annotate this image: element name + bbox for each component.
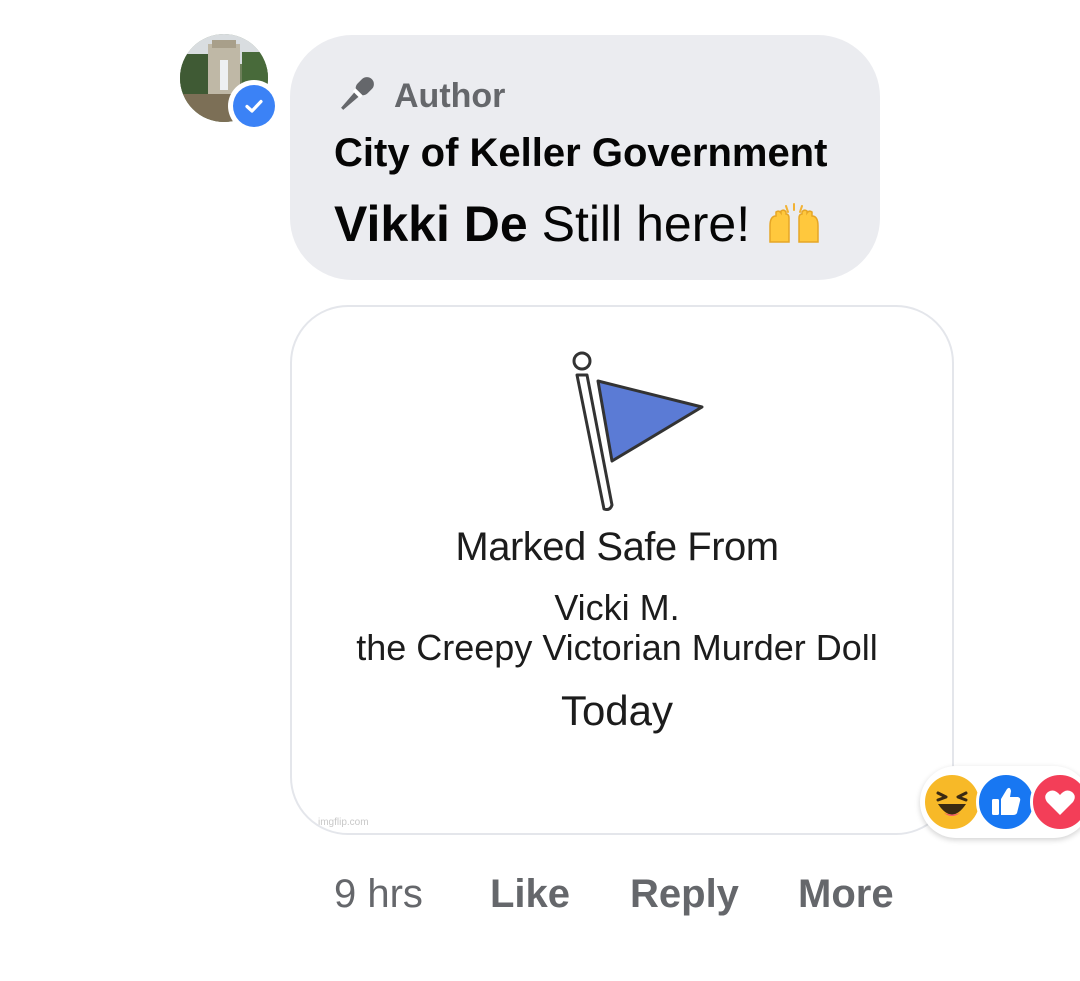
microphone-icon bbox=[334, 71, 380, 122]
commenter-name[interactable]: City of Keller Government bbox=[334, 131, 827, 176]
more-button[interactable]: More bbox=[798, 872, 894, 917]
marked-safe-date: Today bbox=[560, 687, 674, 734]
reaction-summary[interactable] bbox=[920, 766, 1080, 838]
comment-text: Vikki De Still here! bbox=[334, 195, 824, 253]
author-badge: Author bbox=[334, 71, 505, 122]
haha-reaction-icon bbox=[922, 772, 982, 832]
comment-timestamp[interactable]: 9 hrs bbox=[334, 872, 423, 917]
marked-safe-title: Marked Safe From bbox=[455, 525, 779, 569]
raising-hands-emoji-icon bbox=[764, 202, 824, 246]
marked-safe-line2: the Creepy Victorian Murder Doll bbox=[356, 627, 878, 668]
like-reaction-icon bbox=[976, 772, 1036, 832]
flag-icon bbox=[570, 351, 710, 522]
reply-button[interactable]: Reply bbox=[630, 872, 739, 917]
checkmark-icon bbox=[233, 85, 275, 127]
comment-bubble: Author City of Keller Government Vikki D… bbox=[290, 35, 880, 280]
comment-body: Still here! bbox=[541, 196, 751, 252]
marked-safe-line1: Vicki M. bbox=[554, 587, 680, 628]
author-label: Author bbox=[394, 77, 506, 115]
like-button[interactable]: Like bbox=[490, 872, 570, 917]
verified-badge bbox=[228, 80, 280, 132]
watermark: imgflip.com bbox=[318, 817, 369, 828]
image-attachment[interactable]: Marked Safe From Vicki M. the Creepy Vic… bbox=[290, 305, 954, 835]
comment-thread: Author City of Keller Government Vikki D… bbox=[0, 0, 1080, 981]
mention-link[interactable]: Vikki De bbox=[334, 195, 528, 253]
love-reaction-icon bbox=[1030, 772, 1080, 832]
